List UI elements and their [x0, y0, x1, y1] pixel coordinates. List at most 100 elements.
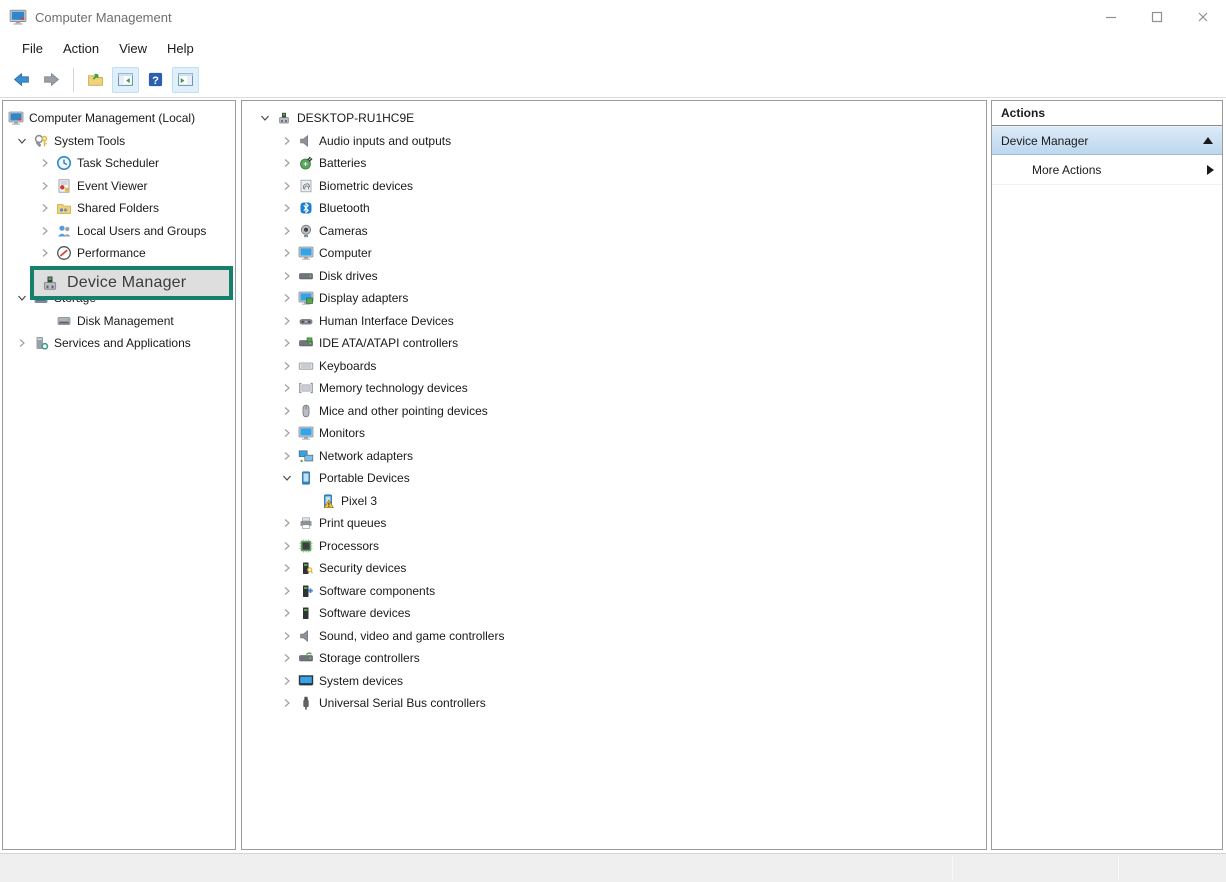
tree-item-biometric-devices[interactable]: Biometric devices — [242, 175, 986, 198]
minimize-button[interactable] — [1088, 0, 1134, 34]
actions-item-more-actions[interactable]: More Actions — [992, 155, 1222, 185]
menu-item-view[interactable]: View — [109, 37, 157, 60]
tree-item-universal-serial-bus-controllers[interactable]: Universal Serial Bus controllers — [242, 692, 986, 715]
chevron-right-icon[interactable] — [34, 178, 56, 194]
tree-item-label: Task Scheduler — [77, 156, 159, 170]
tree-item-shared-folders[interactable]: Shared Folders — [3, 197, 235, 220]
chevron-right-icon[interactable] — [276, 515, 298, 531]
chevron-right-icon[interactable] — [276, 290, 298, 306]
tree-item-label: Computer Management (Local) — [29, 111, 195, 125]
tree-item-human-interface-devices[interactable]: Human Interface Devices — [242, 310, 986, 333]
tree-item-software-devices[interactable]: Software devices — [242, 602, 986, 625]
forward-button[interactable] — [38, 67, 65, 93]
tree-item-device-manager-magnified[interactable]: Device Manager — [34, 270, 229, 296]
tree-item-label: Mice and other pointing devices — [319, 404, 488, 418]
tree-item-task-scheduler[interactable]: Task Scheduler — [3, 152, 235, 175]
tree-item-desktop-ru1hc9e[interactable]: DESKTOP-RU1HC9E — [242, 107, 986, 130]
tree-item-batteries[interactable]: Batteries — [242, 152, 986, 175]
chevron-right-icon[interactable] — [276, 358, 298, 374]
system-device-icon — [298, 673, 314, 689]
tree-item-system-tools[interactable]: System Tools — [3, 130, 235, 153]
task-scheduler-icon — [56, 155, 72, 171]
tree-item-computer-management-local[interactable]: Computer Management (Local) — [3, 107, 235, 130]
chevron-right-icon[interactable] — [276, 178, 298, 194]
chevron-right-icon[interactable] — [34, 200, 56, 216]
tree-item-disk-drives[interactable]: Disk drives — [242, 265, 986, 288]
menu-item-action[interactable]: Action — [53, 37, 109, 60]
chevron-down-icon[interactable] — [276, 470, 298, 486]
tree-item-mice-and-other-pointing-devices[interactable]: Mice and other pointing devices — [242, 400, 986, 423]
chevron-right-icon[interactable] — [276, 380, 298, 396]
tree-item-sound-video-and-game-controllers[interactable]: Sound, video and game controllers — [242, 625, 986, 648]
audio-icon — [298, 133, 314, 149]
tree-item-memory-technology-devices[interactable]: Memory technology devices — [242, 377, 986, 400]
help-button[interactable]: ? — [142, 67, 169, 93]
chevron-right-icon[interactable] — [276, 335, 298, 351]
close-button[interactable] — [1180, 0, 1226, 34]
chevron-right-icon[interactable] — [276, 695, 298, 711]
tree-item-event-viewer[interactable]: Event Viewer — [3, 175, 235, 198]
tree-item-bluetooth[interactable]: Bluetooth — [242, 197, 986, 220]
show-console-tree-button[interactable] — [112, 67, 139, 93]
chevron-right-icon[interactable] — [276, 628, 298, 644]
chevron-right-icon[interactable] — [276, 200, 298, 216]
chevron-right-icon[interactable] — [34, 245, 56, 261]
chevron-right-icon[interactable] — [276, 403, 298, 419]
show-action-pane-button[interactable] — [172, 67, 199, 93]
tree-item-label: Security devices — [319, 561, 406, 575]
tree-item-label: Services and Applications — [54, 336, 191, 350]
back-button[interactable] — [8, 67, 35, 93]
tree-item-disk-management[interactable]: Disk Management — [3, 310, 235, 333]
chevron-right-icon[interactable] — [276, 605, 298, 621]
tree-item-processors[interactable]: Processors — [242, 535, 986, 558]
maximize-button[interactable] — [1134, 0, 1180, 34]
tree-item-system-devices[interactable]: System devices — [242, 670, 986, 693]
tree-item-network-adapters[interactable]: Network adapters — [242, 445, 986, 468]
chevron-right-icon[interactable] — [34, 155, 56, 171]
tree-item-storage-controllers[interactable]: Storage controllers — [242, 647, 986, 670]
tree-item-audio-inputs-and-outputs[interactable]: Audio inputs and outputs — [242, 130, 986, 153]
tree-item-security-devices[interactable]: Security devices — [242, 557, 986, 580]
collapse-arrow-icon[interactable] — [1203, 137, 1213, 144]
tree-item-services-and-applications[interactable]: Services and Applications — [3, 332, 235, 355]
chevron-right-icon[interactable] — [34, 223, 56, 239]
chevron-right-icon[interactable] — [276, 155, 298, 171]
menu-item-file[interactable]: File — [12, 37, 53, 60]
chevron-down-icon[interactable] — [254, 110, 276, 126]
menu-item-help[interactable]: Help — [157, 37, 204, 60]
tree-item-label: Disk Management — [77, 314, 174, 328]
tree-item-pixel-3[interactable]: Pixel 3 — [242, 490, 986, 513]
actions-group-device-manager[interactable]: Device Manager — [992, 126, 1222, 155]
tree-item-label: Software components — [319, 584, 435, 598]
chevron-right-icon[interactable] — [276, 583, 298, 599]
tree-item-software-components[interactable]: Software components — [242, 580, 986, 603]
tree-item-keyboards[interactable]: Keyboards — [242, 355, 986, 378]
chevron-right-icon[interactable] — [276, 133, 298, 149]
chevron-right-icon[interactable] — [276, 560, 298, 576]
chevron-right-icon[interactable] — [276, 673, 298, 689]
tree-item-label: Display adapters — [319, 291, 408, 305]
toolbar-separator — [73, 68, 74, 92]
chevron-right-icon[interactable] — [276, 245, 298, 261]
chevron-right-icon[interactable] — [276, 223, 298, 239]
export-list-button[interactable] — [82, 67, 109, 93]
minimize-icon — [1103, 9, 1119, 25]
tree-item-portable-devices[interactable]: Portable Devices — [242, 467, 986, 490]
chevron-right-icon[interactable] — [276, 313, 298, 329]
chevron-right-icon[interactable] — [276, 538, 298, 554]
tree-item-display-adapters[interactable]: Display adapters — [242, 287, 986, 310]
tree-item-computer[interactable]: Computer — [242, 242, 986, 265]
chevron-down-icon[interactable] — [11, 133, 33, 149]
tree-item-monitors[interactable]: Monitors — [242, 422, 986, 445]
chevron-right-icon[interactable] — [276, 425, 298, 441]
chevron-right-icon[interactable] — [276, 448, 298, 464]
tree-item-cameras[interactable]: Cameras — [242, 220, 986, 243]
menu-bar: FileActionViewHelp — [0, 34, 1226, 62]
tree-item-performance[interactable]: Performance — [3, 242, 235, 265]
chevron-right-icon[interactable] — [276, 268, 298, 284]
tree-item-ide-ata-atapi-controllers[interactable]: IDE ATA/ATAPI controllers — [242, 332, 986, 355]
tree-item-print-queues[interactable]: Print queues — [242, 512, 986, 535]
tree-item-local-users-and-groups[interactable]: Local Users and Groups — [3, 220, 235, 243]
chevron-right-icon[interactable] — [11, 335, 33, 351]
chevron-right-icon[interactable] — [276, 650, 298, 666]
